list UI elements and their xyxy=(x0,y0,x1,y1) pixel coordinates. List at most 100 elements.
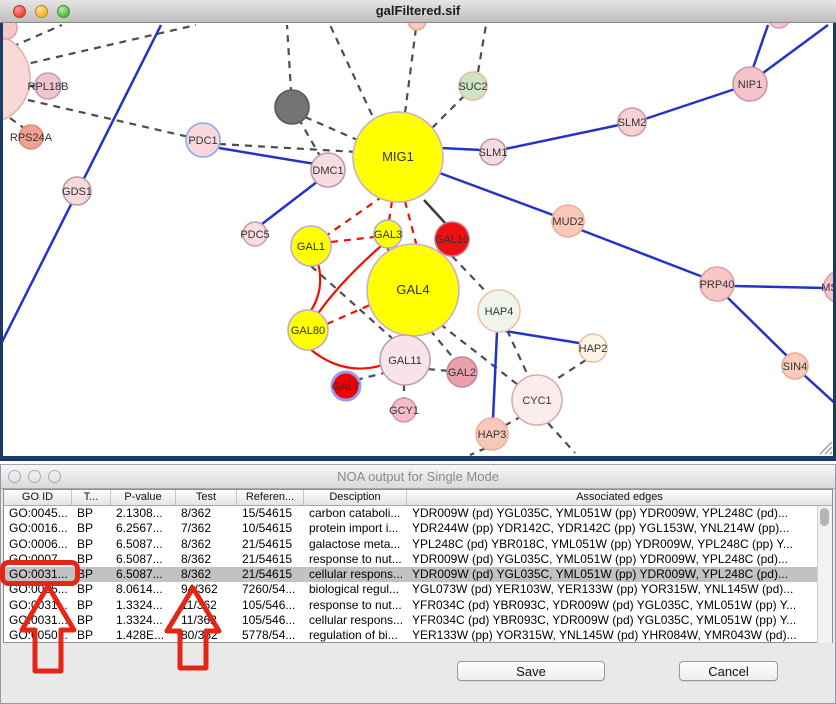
network-edge-blue xyxy=(505,125,619,149)
network-edge-red xyxy=(310,349,386,369)
cell-associated_edges: YFR034C (pd) YBR093C, YDR009W (pd) YGL03… xyxy=(407,598,832,613)
cell-go_id: GO:0031... xyxy=(4,567,72,582)
cell-p_value: 1.428E... xyxy=(111,628,176,643)
cell-reference: 10/54615 xyxy=(237,521,304,536)
network-node-unnamed-left[interactable] xyxy=(3,32,30,124)
network-node-label-GAL3: GAL3 xyxy=(374,229,402,241)
cell-description: regulation of bi... xyxy=(304,628,407,643)
network-node-label-NIP1: NIP1 xyxy=(738,79,762,91)
network-node-unnamed-corner[interactable] xyxy=(3,22,17,39)
network-edge-blue xyxy=(505,331,585,344)
cell-type: BP xyxy=(72,537,111,552)
network-edge-blue xyxy=(733,286,826,288)
cell-associated_edges: YFR034C (pd) YBR093C, YDR009W (pd) YGL03… xyxy=(407,613,832,628)
cell-description: cellular respons... xyxy=(304,567,407,582)
network-edge-blue xyxy=(219,148,315,164)
save-button[interactable]: Save xyxy=(457,661,605,681)
network-edge-dashed xyxy=(305,117,362,142)
cell-go_id: GO:0031... xyxy=(4,613,72,628)
network-node-label-HAP4: HAP4 xyxy=(485,306,514,318)
network-edge-red-dashed xyxy=(331,237,374,242)
network-node-unnamed-top[interactable] xyxy=(408,22,426,30)
cell-reference: 105/546... xyxy=(237,613,304,628)
network-edge-dashed xyxy=(330,25,372,115)
cell-reference: 105/546... xyxy=(237,598,304,613)
cell-type: BP xyxy=(72,552,111,567)
table-row[interactable]: GO:0031...BP1.3324...11/362105/546...res… xyxy=(4,598,832,613)
column-header[interactable]: P-value xyxy=(111,490,176,505)
network-node-label-RPS24A: RPS24A xyxy=(10,132,53,144)
network-node-label-GAL10: GAL10 xyxy=(435,234,469,246)
network-edge-dashed xyxy=(548,423,575,453)
cell-test: 80/362 xyxy=(176,628,237,643)
network-edge-blue xyxy=(437,172,553,215)
network-canvas[interactable]: MIG1RPL18BRPS24AGDS1PDC1DMC1SUC2SLM1SLM2… xyxy=(3,22,833,456)
network-node-label-HAP2: HAP2 xyxy=(579,343,608,355)
cell-type: BP xyxy=(72,628,111,643)
cell-description: protein import i... xyxy=(304,521,407,536)
cell-type: BP xyxy=(72,598,111,613)
cell-type: BP xyxy=(72,567,111,582)
cell-test: 8/362 xyxy=(176,537,237,552)
network-edge-dashed xyxy=(478,25,486,72)
scrollbar-thumb[interactable] xyxy=(820,508,829,526)
table-row[interactable]: GO:0045...BP2.1308...8/36215/54615carbon… xyxy=(4,506,832,521)
column-header[interactable]: T... xyxy=(72,490,111,505)
table-row[interactable]: GO:0007...BP6.5087...8/36221/54615respon… xyxy=(4,552,832,567)
network-window-titlebar: galFiltered.sif xyxy=(0,0,836,23)
cell-test: 8/362 xyxy=(176,567,237,582)
column-header[interactable]: Associated edges xyxy=(407,490,832,505)
network-node-label-SUC2: SUC2 xyxy=(458,81,487,93)
column-header[interactable]: GO ID xyxy=(4,490,72,505)
table-row[interactable]: GO:0050...BP1.428E...80/3625778/54...reg… xyxy=(4,628,832,643)
cancel-button[interactable]: Cancel xyxy=(679,661,778,681)
network-node-label-SLM2: SLM2 xyxy=(618,117,647,129)
table-row[interactable]: GO:0031...BP1.3324...11/362105/546...cel… xyxy=(4,613,832,628)
network-edge-dashed xyxy=(405,28,416,113)
network-edge-dashed xyxy=(18,25,196,66)
cell-type: BP xyxy=(72,582,111,597)
network-edge-blue xyxy=(493,332,497,419)
column-header[interactable]: Desciption xyxy=(304,490,407,505)
cell-description: cellular respons... xyxy=(304,613,407,628)
cell-test: 8/362 xyxy=(176,552,237,567)
network-edge-dashed xyxy=(432,96,464,128)
cell-test: 11/362 xyxy=(176,613,237,628)
network-edge-blue xyxy=(763,25,828,73)
cell-reference: 21/54615 xyxy=(237,552,304,567)
column-header[interactable]: Test xyxy=(176,490,237,505)
network-node-label-GAL1: GAL1 xyxy=(297,241,325,253)
column-header[interactable]: Referen... xyxy=(237,490,304,505)
cell-test: 8/362 xyxy=(176,506,237,521)
table-header-row: GO IDT...P-valueTestReferen...Desciption… xyxy=(4,490,832,506)
network-node-label-SIN4: SIN4 xyxy=(783,361,807,373)
table-row[interactable]: GO:0016...BP6.2567...7/36210/54615protei… xyxy=(4,521,832,536)
cell-associated_edges: YDR009W (pd) YGL035C, YML051W (pp) YDR00… xyxy=(407,506,832,521)
network-node-label-PDC5: PDC5 xyxy=(240,229,269,241)
table-row[interactable]: GO:0065...BP8.0614...94/3627260/54...bio… xyxy=(4,582,832,597)
cell-type: BP xyxy=(72,613,111,628)
vertical-scrollbar[interactable] xyxy=(817,506,832,643)
network-edge-blue xyxy=(581,230,703,277)
resize-grip[interactable] xyxy=(830,452,832,454)
table-row-selected[interactable]: GO:0031...BP6.5087...8/36221/54615cellul… xyxy=(4,567,832,582)
cell-associated_edges: YER133W (pp) YOR315W, YNL145W (pd) YHR08… xyxy=(407,628,832,643)
network-node-label-PRP40: PRP40 xyxy=(700,279,735,291)
table-body: GO:0045...BP2.1308...8/36215/54615carbon… xyxy=(4,506,832,643)
network-node-label-HAP3: HAP3 xyxy=(478,429,507,441)
cell-go_id: GO:0045... xyxy=(4,506,72,521)
cell-associated_edges: YDR244W (pp) YDR142C, YDR142C (pp) YGL15… xyxy=(407,521,832,536)
cell-description: biological regul... xyxy=(304,582,407,597)
cell-reference: 15/54615 xyxy=(237,506,304,521)
network-edge-dashed xyxy=(470,448,486,455)
cell-go_id: GO:0016... xyxy=(4,521,72,536)
cell-reference: 5778/54... xyxy=(237,628,304,643)
network-node-label-MIG1: MIG1 xyxy=(382,149,414,164)
network-node-unnamed-gray[interactable] xyxy=(275,90,309,124)
cell-description: response to nut... xyxy=(304,598,407,613)
cell-type: BP xyxy=(72,521,111,536)
network-node-label-GAL2: GAL2 xyxy=(448,367,476,379)
network-node-label-PDC1: PDC1 xyxy=(188,135,217,147)
table-row[interactable]: GO:0006...BP6.5087...8/36221/54615galact… xyxy=(4,537,832,552)
network-node-label-GCY1: GCY1 xyxy=(389,405,419,417)
